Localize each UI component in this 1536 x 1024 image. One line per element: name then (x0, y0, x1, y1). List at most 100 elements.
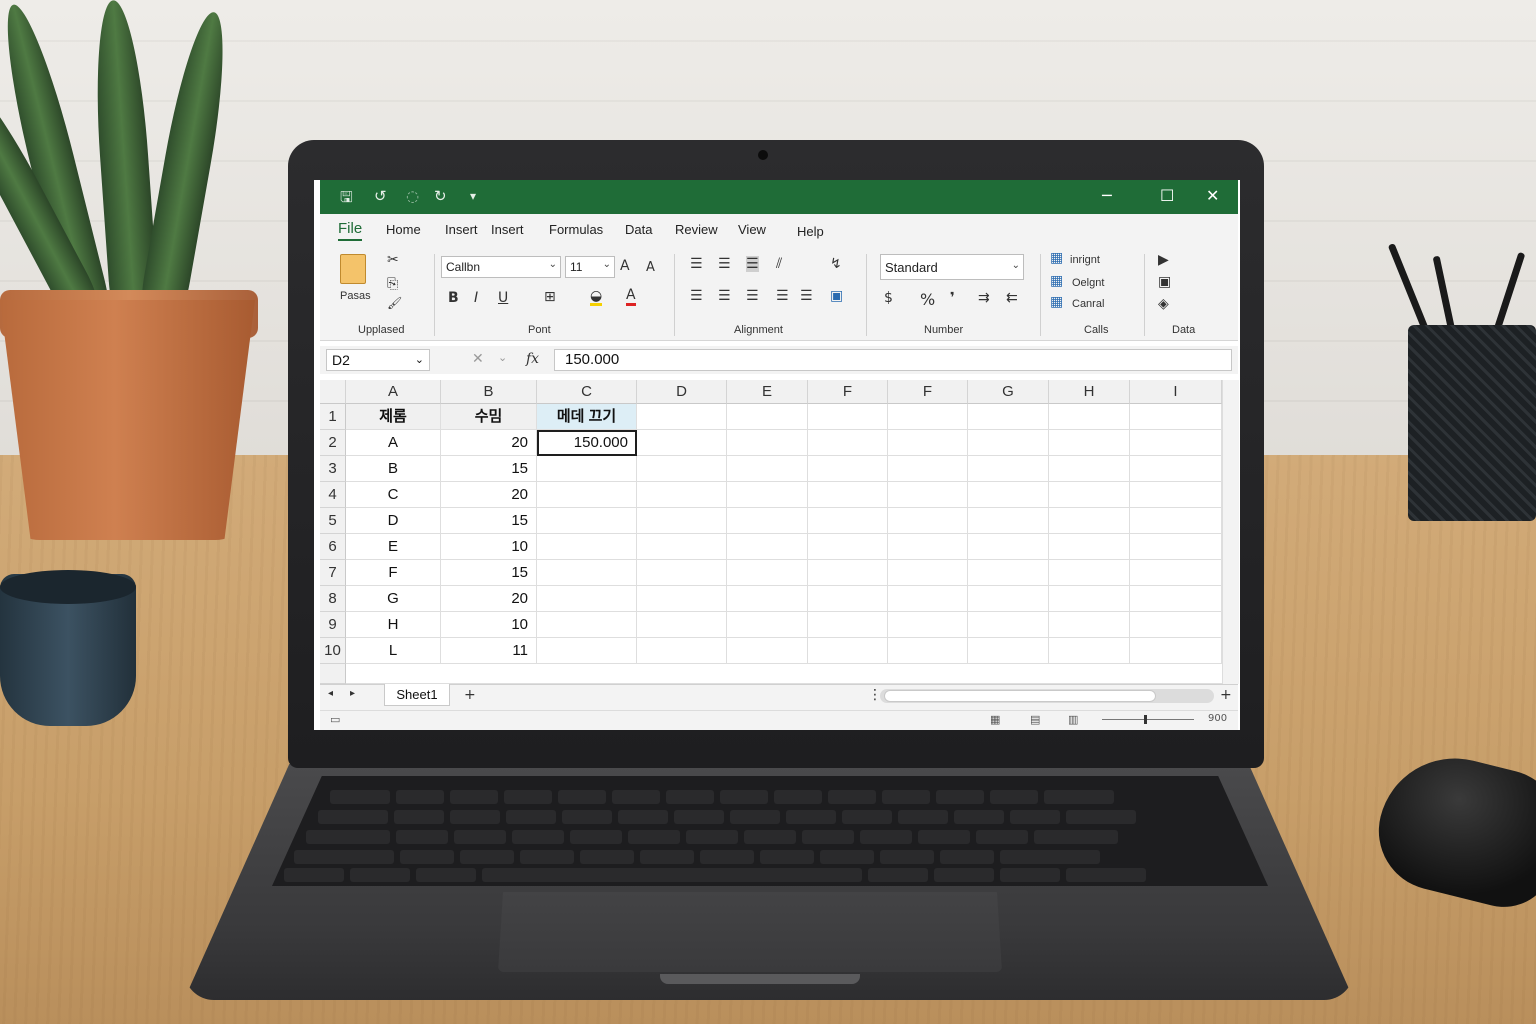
cell[interactable] (1130, 638, 1222, 664)
cell[interactable] (537, 586, 637, 612)
cell[interactable] (968, 430, 1049, 456)
sort-icon[interactable]: ▶ (1158, 252, 1169, 268)
cell[interactable] (968, 534, 1049, 560)
column-header[interactable]: F (808, 380, 888, 404)
cell[interactable] (808, 612, 888, 638)
cell[interactable] (537, 534, 637, 560)
cell[interactable]: 150.000 (537, 430, 637, 456)
cut-icon[interactable]: ✂ (387, 252, 399, 268)
tab-file[interactable]: File (338, 220, 363, 241)
column-header[interactable]: C (537, 380, 637, 404)
cell[interactable]: 15 (441, 456, 537, 482)
cell[interactable] (727, 404, 808, 430)
underline-button[interactable]: U (498, 290, 508, 306)
cell[interactable] (1049, 612, 1130, 638)
column-header[interactable]: G (968, 380, 1049, 404)
cell[interactable] (808, 482, 888, 508)
align-left-icon[interactable]: ☰ (690, 288, 703, 304)
refresh-icon[interactable]: ↻ (434, 187, 447, 205)
decrease-decimal-icon[interactable]: ⇇ (1006, 290, 1018, 306)
cell[interactable] (968, 638, 1049, 664)
zoom-slider-thumb[interactable] (1144, 715, 1147, 724)
shrink-font-icon[interactable]: A (646, 260, 655, 275)
cell[interactable]: 20 (441, 482, 537, 508)
redo-icon[interactable]: ◌ (406, 187, 419, 205)
row-header[interactable]: 10 (320, 638, 346, 664)
minimize-button[interactable]: ─ (1102, 186, 1112, 205)
cell[interactable] (1130, 508, 1222, 534)
cell[interactable]: L (346, 638, 441, 664)
cell[interactable] (637, 534, 727, 560)
cell[interactable] (888, 482, 968, 508)
cell[interactable] (1130, 482, 1222, 508)
paste-icon[interactable] (340, 254, 366, 284)
cell[interactable] (727, 482, 808, 508)
horizontal-scrollbar-thumb[interactable] (884, 690, 1156, 702)
cell[interactable]: D (346, 508, 441, 534)
cell[interactable] (537, 560, 637, 586)
cell[interactable] (537, 482, 637, 508)
undo-icon[interactable]: ↺ (374, 187, 387, 205)
cell[interactable] (637, 560, 727, 586)
tab-insert-2[interactable]: Insert (491, 222, 524, 237)
delete-cells-icon[interactable]: ▦ (1050, 273, 1063, 289)
insert-cells-icon[interactable]: ▦ (1050, 250, 1063, 266)
column-header[interactable]: H (1049, 380, 1130, 404)
font-color-button[interactable]: A (626, 288, 636, 306)
cell[interactable] (968, 404, 1049, 430)
increase-indent-icon[interactable]: ☰ (800, 288, 813, 304)
column-header[interactable]: B (441, 380, 537, 404)
cell[interactable] (888, 560, 968, 586)
cell[interactable] (808, 430, 888, 456)
row-header[interactable]: 4 (320, 482, 346, 508)
row-header[interactable]: 5 (320, 508, 346, 534)
cell[interactable] (637, 508, 727, 534)
cell[interactable] (637, 638, 727, 664)
align-right-icon[interactable]: ☰ (746, 288, 759, 304)
cell[interactable] (808, 534, 888, 560)
cell[interactable] (1049, 404, 1130, 430)
insert-cells-label[interactable]: inrignt (1070, 254, 1100, 266)
analyze-icon[interactable]: ◈ (1158, 296, 1169, 312)
cell[interactable] (1130, 534, 1222, 560)
copy-icon[interactable]: ⎘ (387, 276, 398, 292)
column-header[interactable]: F (888, 380, 968, 404)
cell[interactable]: 20 (441, 586, 537, 612)
font-name-dropdown[interactable]: Callbn ⌄ (441, 256, 561, 278)
cell[interactable] (968, 508, 1049, 534)
prev-sheet-icon[interactable]: ◂ (328, 688, 333, 699)
align-center-icon[interactable]: ☰ (718, 288, 731, 304)
cell[interactable]: E (346, 534, 441, 560)
cell[interactable] (727, 586, 808, 612)
number-format-dropdown[interactable]: Standard ⌄ (880, 254, 1024, 280)
cell[interactable] (1049, 508, 1130, 534)
currency-button[interactable]: $ (884, 290, 893, 306)
add-sheet-button[interactable]: + (464, 687, 476, 703)
bold-button[interactable]: B (448, 290, 459, 306)
cell[interactable] (1049, 430, 1130, 456)
cell[interactable] (808, 560, 888, 586)
cell[interactable]: G (346, 586, 441, 612)
cell[interactable] (968, 586, 1049, 612)
cell[interactable] (727, 456, 808, 482)
tab-review[interactable]: Review (675, 222, 718, 237)
italic-button[interactable]: I (474, 290, 478, 306)
cell[interactable] (1049, 534, 1130, 560)
column-header[interactable]: D (637, 380, 727, 404)
cell[interactable] (1130, 404, 1222, 430)
format-cells-icon[interactable]: ▦ (1050, 294, 1063, 310)
cell[interactable] (727, 560, 808, 586)
wrap-text-icon[interactable]: ↯ (830, 256, 842, 272)
cell[interactable] (968, 612, 1049, 638)
zoom-level[interactable]: 900 (1208, 713, 1227, 724)
cell[interactable] (1130, 586, 1222, 612)
cell[interactable]: B (346, 456, 441, 482)
cell[interactable] (808, 638, 888, 664)
cell[interactable] (888, 430, 968, 456)
page-break-icon[interactable]: ▥ (1068, 713, 1078, 726)
cell[interactable] (537, 638, 637, 664)
cell[interactable] (888, 508, 968, 534)
tab-data[interactable]: Data (625, 222, 652, 237)
formula-input[interactable]: 150.000 (554, 349, 1232, 371)
paste-label[interactable]: Pasas (340, 290, 371, 302)
